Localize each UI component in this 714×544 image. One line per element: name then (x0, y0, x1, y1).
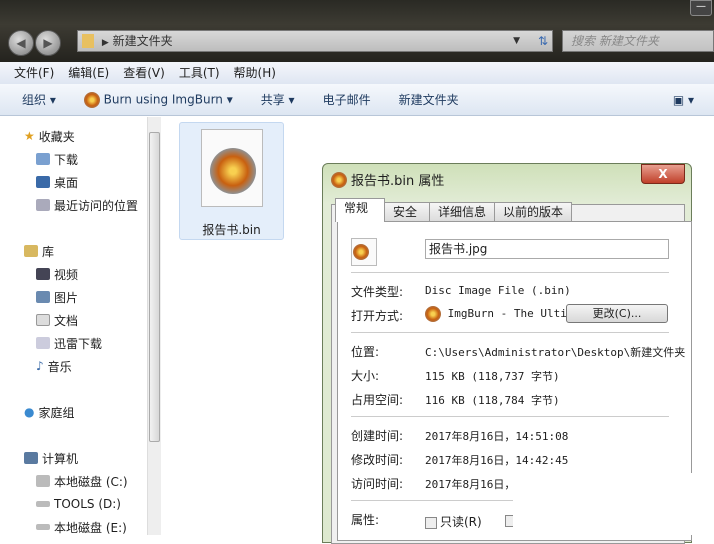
tab-previous-versions[interactable]: 以前的版本 (494, 202, 573, 222)
sidebar-item-videos[interactable]: 视频 (36, 265, 78, 283)
readonly-label: 只读(R) (440, 515, 482, 529)
breadcrumb-arrow-icon: ▶ (101, 38, 109, 48)
sidebar-item-downloads[interactable]: 下载 (36, 150, 78, 168)
homegroup-icon: ● (24, 405, 35, 419)
size-value: 115 KB (118,737 字节) (425, 370, 560, 383)
file-item[interactable]: 报告书.bin (179, 122, 284, 240)
imgburn-disc-icon (210, 148, 256, 194)
menu-edit[interactable]: 编辑(E) (68, 62, 109, 84)
drive-icon (36, 501, 50, 507)
accessed-label: 访问时间: (351, 477, 404, 491)
share-button[interactable]: 共享 ▾ (261, 91, 295, 108)
picture-icon (36, 291, 50, 303)
divider (351, 272, 669, 273)
sidebar-item-favorites[interactable]: ★ 收藏夹 (24, 127, 75, 145)
filename-input[interactable]: 报告书.jpg (425, 239, 669, 259)
size-on-disk-label: 占用空间: (351, 393, 404, 407)
navigation-pane: ★ 收藏夹 下载 桌面 最近访问的位置 库 视频 图片 文档 迅雷下载 ♪ 音乐 ●… (0, 117, 147, 535)
video-icon (36, 268, 50, 280)
sidebar-item-drive-e[interactable]: 本地磁盘 (E:) (36, 518, 127, 536)
menu-file[interactable]: 文件(F) (14, 62, 54, 84)
recent-icon (36, 199, 50, 211)
view-options-icon[interactable]: ▣ ▾ (673, 93, 694, 107)
tab-details[interactable]: 详细信息 (429, 202, 496, 222)
drive-icon (36, 475, 50, 487)
imgburn-icon (425, 306, 441, 322)
sidebar-item-drive-c[interactable]: 本地磁盘 (C:) (36, 472, 128, 490)
new-folder-button[interactable]: 新建文件夹 (399, 91, 459, 108)
menu-bar: 文件(F) 编辑(E) 查看(V) 工具(T) 帮助(H) (0, 62, 714, 84)
divider (351, 416, 669, 417)
divider (351, 332, 669, 333)
dialog-title: 报告书.bin 属性 (351, 174, 445, 189)
scrollbar-thumb[interactable] (149, 132, 160, 442)
imgburn-icon (83, 91, 100, 108)
tab-general[interactable]: 常规 (335, 198, 385, 222)
sidebar-item-recent[interactable]: 最近访问的位置 (36, 196, 138, 214)
file-type-value: Disc Image File (.bin) (425, 284, 571, 297)
breadcrumb: 新建文件夹 (112, 34, 173, 48)
file-type-icon (351, 238, 377, 266)
menu-view[interactable]: 查看(V) (123, 62, 165, 84)
file-icon (201, 129, 263, 207)
search-input[interactable]: 搜索 新建文件夹 (562, 30, 714, 52)
sidebar-item-libraries[interactable]: 库 (24, 242, 54, 260)
organize-button[interactable]: 组织 ▾ (22, 91, 56, 108)
menu-tools[interactable]: 工具(T) (179, 62, 220, 84)
drive-icon (36, 524, 50, 530)
sidebar-item-xunlei[interactable]: 迅雷下载 (36, 334, 102, 352)
file-name: 报告书.bin (202, 223, 261, 237)
created-value: 2017年8月16日，14:51:08 (425, 430, 569, 443)
sidebar-scrollbar[interactable] (147, 117, 161, 535)
sidebar-item-drive-d[interactable]: TOOLS (D:) (36, 495, 121, 513)
forward-button[interactable]: ▶ (35, 30, 61, 56)
sidebar-item-desktop[interactable]: 桌面 (36, 173, 78, 191)
location-value: C:\Users\Administrator\Desktop\新建文件夹 (425, 346, 686, 359)
dialog-tabs: 常规 安全 详细信息 以前的版本 (335, 198, 573, 222)
attributes-label: 属性: (351, 513, 380, 527)
open-with-label: 打开方式: (351, 309, 404, 323)
sidebar-item-documents[interactable]: 文档 (36, 311, 78, 329)
sidebar-item-computer[interactable]: 计算机 (24, 449, 78, 467)
modified-label: 修改时间: (351, 453, 404, 467)
file-type-label: 文件类型: (351, 285, 404, 299)
address-bar[interactable]: ▶ 新建文件夹 ▼ ⇅ (77, 30, 553, 52)
open-with-value: ImgBurn - The Ultin (447, 307, 574, 320)
size-label: 大小: (351, 369, 380, 383)
library-icon (24, 245, 38, 257)
burn-button[interactable]: Burn using ImgBurn ▾ (83, 91, 233, 108)
chevron-down-icon[interactable]: ▼ (513, 31, 520, 51)
accessed-value: 2017年8月16日，: (425, 478, 522, 491)
size-on-disk-value: 116 KB (118,784 字节) (425, 394, 560, 407)
download-icon (36, 153, 50, 165)
menu-help[interactable]: 帮助(H) (234, 62, 276, 84)
computer-icon (24, 452, 38, 464)
toolbar: 组织 ▾ Burn using ImgBurn ▾ 共享 ▾ 电子邮件 新建文件… (0, 84, 714, 116)
close-button[interactable]: X (641, 164, 685, 184)
sidebar-item-music[interactable]: ♪ 音乐 (36, 357, 72, 375)
sidebar-item-homegroup[interactable]: ● 家庭组 (24, 403, 75, 421)
folder-icon (36, 337, 50, 349)
modified-value: 2017年8月16日，14:42:45 (425, 454, 569, 467)
email-button[interactable]: 电子邮件 (323, 91, 371, 108)
music-icon: ♪ (36, 359, 44, 373)
created-label: 创建时间: (351, 429, 404, 443)
desktop-icon (36, 176, 50, 188)
dialog-icon (331, 172, 347, 188)
document-icon (36, 314, 50, 326)
checkbox-box (425, 516, 437, 529)
location-label: 位置: (351, 345, 380, 359)
blank-overlay (513, 473, 714, 535)
tab-security[interactable]: 安全 (384, 202, 430, 222)
star-icon: ★ (24, 129, 35, 143)
sidebar-item-pictures[interactable]: 图片 (36, 288, 78, 306)
folder-icon (82, 34, 94, 48)
minimize-button[interactable]: — (690, 0, 712, 16)
back-button[interactable]: ◀ (8, 30, 34, 56)
change-button[interactable]: 更改(C)... (566, 304, 668, 323)
readonly-checkbox[interactable]: 只读(R) (425, 513, 482, 530)
refresh-icon[interactable]: ⇅ (538, 31, 548, 51)
